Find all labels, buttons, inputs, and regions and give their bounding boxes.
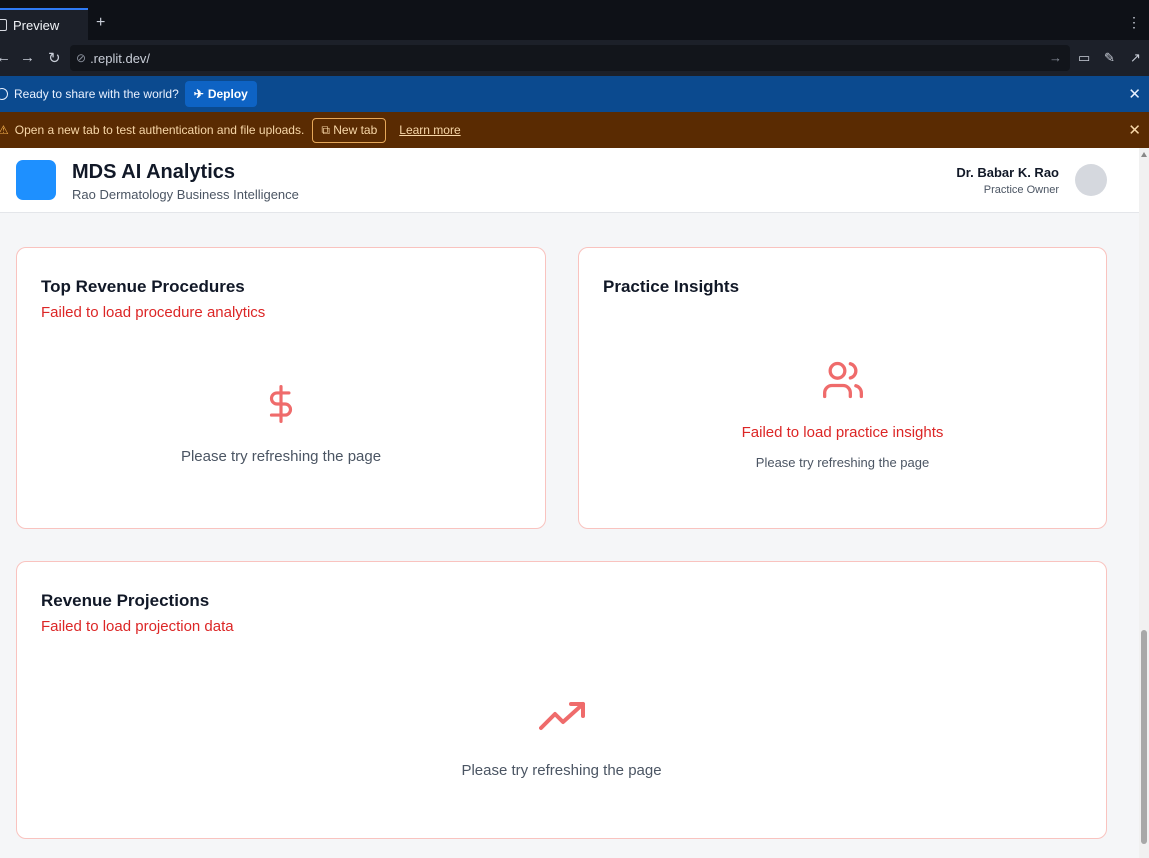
- learn-more-link[interactable]: Learn more: [399, 123, 460, 137]
- back-icon[interactable]: ←: [0, 49, 11, 66]
- app-header: MDS AI Analytics Rao Dermatology Busines…: [0, 148, 1139, 213]
- card-error: Failed to load practice insights: [741, 424, 944, 441]
- deploy-banner-text: Ready to share with the world?: [14, 87, 179, 101]
- external-link-icon[interactable]: ↗: [1130, 50, 1141, 66]
- page-scrollbar[interactable]: [1139, 148, 1149, 858]
- card-title: Top Revenue Procedures: [41, 277, 245, 296]
- auth-warning-banner: ⚠ Open a new tab to test authentication …: [0, 112, 1149, 148]
- card-hint: Please try refreshing the page: [755, 455, 930, 470]
- card-hint: Please try refreshing the page: [180, 448, 382, 465]
- card-title: Practice Insights: [603, 277, 740, 296]
- new-tab-icon[interactable]: +: [96, 14, 105, 32]
- page-title: MDS AI Analytics: [72, 161, 235, 183]
- projections-card: Revenue Projections Failed to load proje…: [16, 561, 1107, 839]
- tab-preview[interactable]: Preview: [0, 8, 88, 40]
- trending-up-icon: [539, 702, 585, 730]
- warning-icon: ⚠: [0, 123, 9, 137]
- forward-icon[interactable]: →: [20, 49, 35, 66]
- rocket-icon: ✈: [193, 87, 204, 101]
- scroll-thumb[interactable]: [1141, 630, 1147, 844]
- tab-strip: [0, 0, 1149, 8]
- card-error: Failed to load projection data: [41, 618, 234, 635]
- warning-text: Open a new tab to test authentication an…: [14, 123, 305, 137]
- url-bar: ← → ↻ ⊘ .replit.dev/ → ▭ ✎ ↗: [0, 40, 1149, 76]
- app-logo: [16, 160, 56, 200]
- wrench-icon[interactable]: ✎: [1104, 50, 1115, 66]
- user-name: Dr. Babar K. Rao: [956, 165, 1059, 180]
- close-icon[interactable]: ✕: [1128, 85, 1141, 103]
- card-error: Failed to load procedure analytics: [41, 304, 266, 321]
- deploy-button[interactable]: ✈ Deploy: [184, 81, 257, 107]
- link-icon: ⊘: [76, 51, 87, 65]
- user-role: Practice Owner: [983, 184, 1059, 196]
- avatar[interactable]: [1075, 164, 1107, 196]
- deploy-button-label: Deploy: [207, 87, 248, 101]
- scroll-up-icon[interactable]: [1141, 152, 1147, 157]
- card-hint: Please try refreshing the page: [461, 762, 662, 779]
- address-input[interactable]: ⊘ .replit.dev/ →: [70, 45, 1070, 71]
- card-title: Revenue Projections: [41, 591, 210, 610]
- page-subtitle: Rao Dermatology Business Intelligence: [72, 187, 299, 202]
- external-link-icon: ⧉: [321, 122, 330, 137]
- browser-tab-bar: Preview + ⋮: [0, 0, 1149, 40]
- reload-icon[interactable]: ↻: [48, 49, 61, 67]
- insights-card: Practice Insights Failed to load practic…: [578, 247, 1107, 529]
- dollar-icon: [269, 385, 292, 423]
- procedures-card: Top Revenue Procedures Failed to load pr…: [16, 247, 546, 529]
- url-text: .replit.dev/: [90, 50, 151, 66]
- new-tab-button[interactable]: ⧉ New tab: [312, 117, 387, 143]
- new-tab-label: New tab: [333, 122, 378, 137]
- info-icon: [0, 88, 8, 100]
- users-icon: [823, 361, 863, 399]
- deploy-banner: Ready to share with the world? ✈ Deploy …: [0, 76, 1149, 112]
- close-icon[interactable]: ✕: [1128, 121, 1141, 139]
- kebab-menu-icon[interactable]: ⋮: [1127, 14, 1141, 31]
- page-icon: [0, 19, 7, 31]
- go-arrow-icon[interactable]: →: [1049, 50, 1062, 65]
- tab-label: Preview: [13, 17, 60, 33]
- devices-icon[interactable]: ▭: [1078, 50, 1090, 66]
